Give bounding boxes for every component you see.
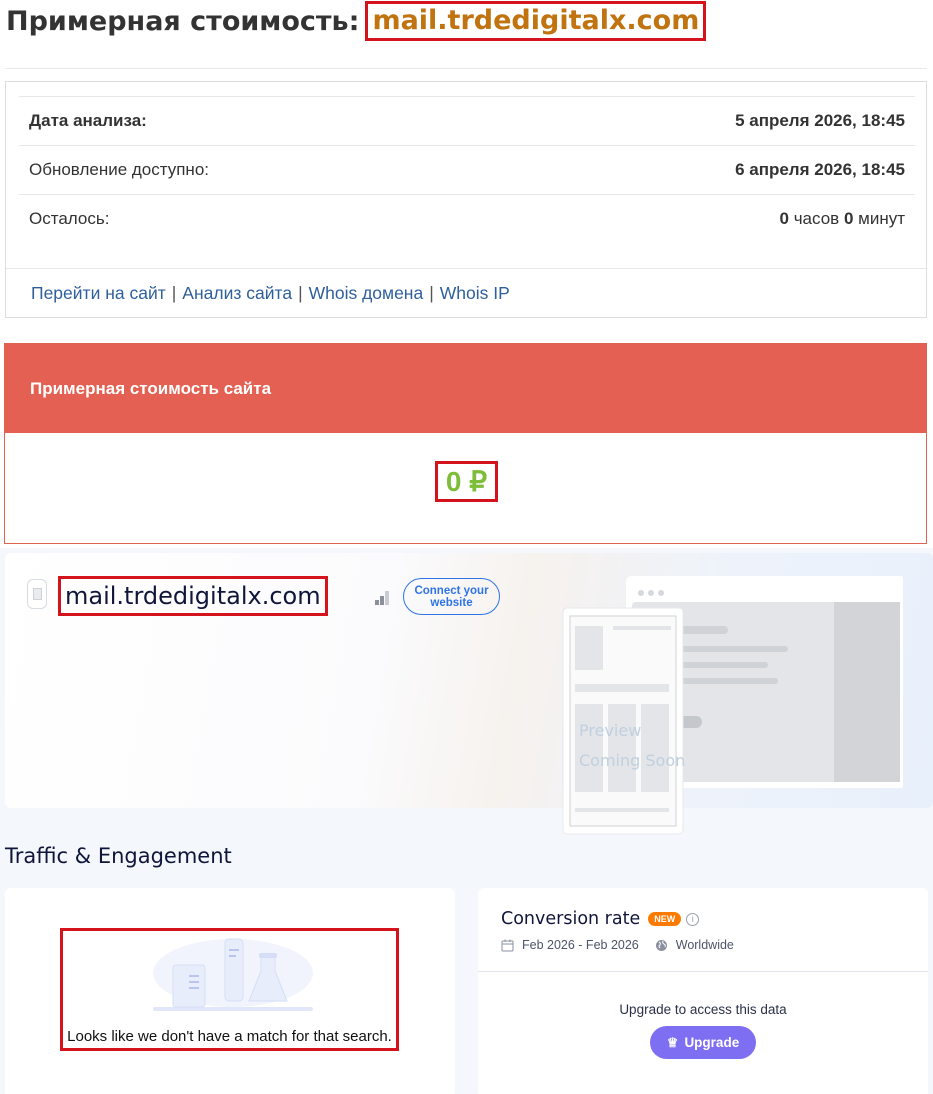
rank-bars-icon	[375, 591, 389, 605]
link-separator: |	[298, 283, 303, 303]
preview-label: Preview	[579, 721, 641, 740]
page-title-prefix: Примерная стоимость:	[6, 5, 360, 37]
info-row-analysis-date: Дата анализа: 5 апреля 2026, 18:45	[19, 96, 915, 145]
conversion-rate-card: Conversion rate NEW i Feb 2026 - Feb 202…	[478, 888, 928, 1094]
info-label: Обновление доступно:	[29, 160, 210, 179]
upgrade-message: Upgrade to access this data	[619, 1002, 787, 1017]
info-value: 5 апреля 2026, 18:45	[735, 111, 905, 130]
site-hero-card: mail.trdedigitalx.com Connect your websi…	[5, 553, 933, 835]
page-title-domain: mail.trdedigitalx.com	[365, 1, 707, 41]
no-match-text: Looks like we don't have a match for tha…	[67, 1028, 392, 1045]
divider	[478, 971, 928, 972]
conversion-title: Conversion rate NEW i	[501, 909, 700, 929]
analysis-info-card: Дата анализа: 5 апреля 2026, 18:45 Обнов…	[5, 81, 927, 318]
info-value-remaining: 0 часов 0 минут	[779, 209, 906, 228]
section-title-traffic: Traffic & Engagement	[5, 844, 232, 868]
price-value: 0 ₽	[435, 461, 498, 502]
similarweb-widget: mail.trdedigitalx.com Connect your websi…	[0, 548, 933, 1094]
globe-icon	[655, 939, 667, 951]
page-title: Примерная стоимость: mail.trdedigitalx.c…	[6, 0, 707, 42]
conversion-meta: Feb 2026 - Feb 2026 Worldwide	[501, 938, 734, 952]
calendar-icon	[501, 939, 514, 951]
link-separator: |	[171, 283, 177, 303]
favicon-icon	[27, 579, 47, 609]
new-badge: NEW	[648, 912, 682, 926]
info-icon[interactable]: i	[686, 912, 700, 926]
traffic-card: Looks like we don't have a match for tha…	[5, 888, 455, 1094]
link-whois-domain[interactable]: Whois домена	[309, 283, 424, 304]
info-label: Осталось:	[29, 209, 110, 228]
site-links: Перейти на сайт | Анализ сайта | Whois д…	[6, 268, 926, 318]
price-card-heading: Примерная стоимость сайта	[5, 344, 926, 433]
info-row-update-available: Обновление доступно: 6 апреля 2026, 18:4…	[19, 145, 915, 194]
no-match-message: Looks like we don't have a match for tha…	[60, 928, 399, 1051]
lab-illustration-icon	[153, 938, 313, 1011]
region: Worldwide	[675, 938, 734, 952]
crown-icon: ♕	[666, 1034, 679, 1050]
upgrade-button-label: Upgrade	[684, 1035, 740, 1050]
link-go-to-site[interactable]: Перейти на сайт	[31, 283, 166, 304]
info-label: Дата анализа:	[29, 111, 147, 130]
hero-domain: mail.trdedigitalx.com	[58, 576, 328, 616]
link-whois-ip[interactable]: Whois IP	[440, 283, 510, 304]
date-range: Feb 2026 - Feb 2026	[522, 938, 639, 952]
connect-website-button[interactable]: Connect your website	[403, 578, 500, 615]
preview-placeholder-image: Preview Coming Soon	[562, 576, 903, 835]
link-site-analysis[interactable]: Анализ сайта	[182, 283, 292, 304]
info-row-remaining: Осталось: 0 часов 0 минут	[19, 194, 915, 243]
upgrade-button[interactable]: ♕ Upgrade	[650, 1026, 756, 1059]
estimated-price-card: Примерная стоимость сайта 0 ₽	[4, 343, 927, 544]
divider	[5, 68, 927, 69]
coming-soon-label: Coming Soon	[579, 751, 685, 770]
info-value: 6 апреля 2026, 18:45	[735, 160, 905, 179]
link-separator: |	[429, 283, 434, 303]
conversion-title-text: Conversion rate	[501, 909, 641, 929]
